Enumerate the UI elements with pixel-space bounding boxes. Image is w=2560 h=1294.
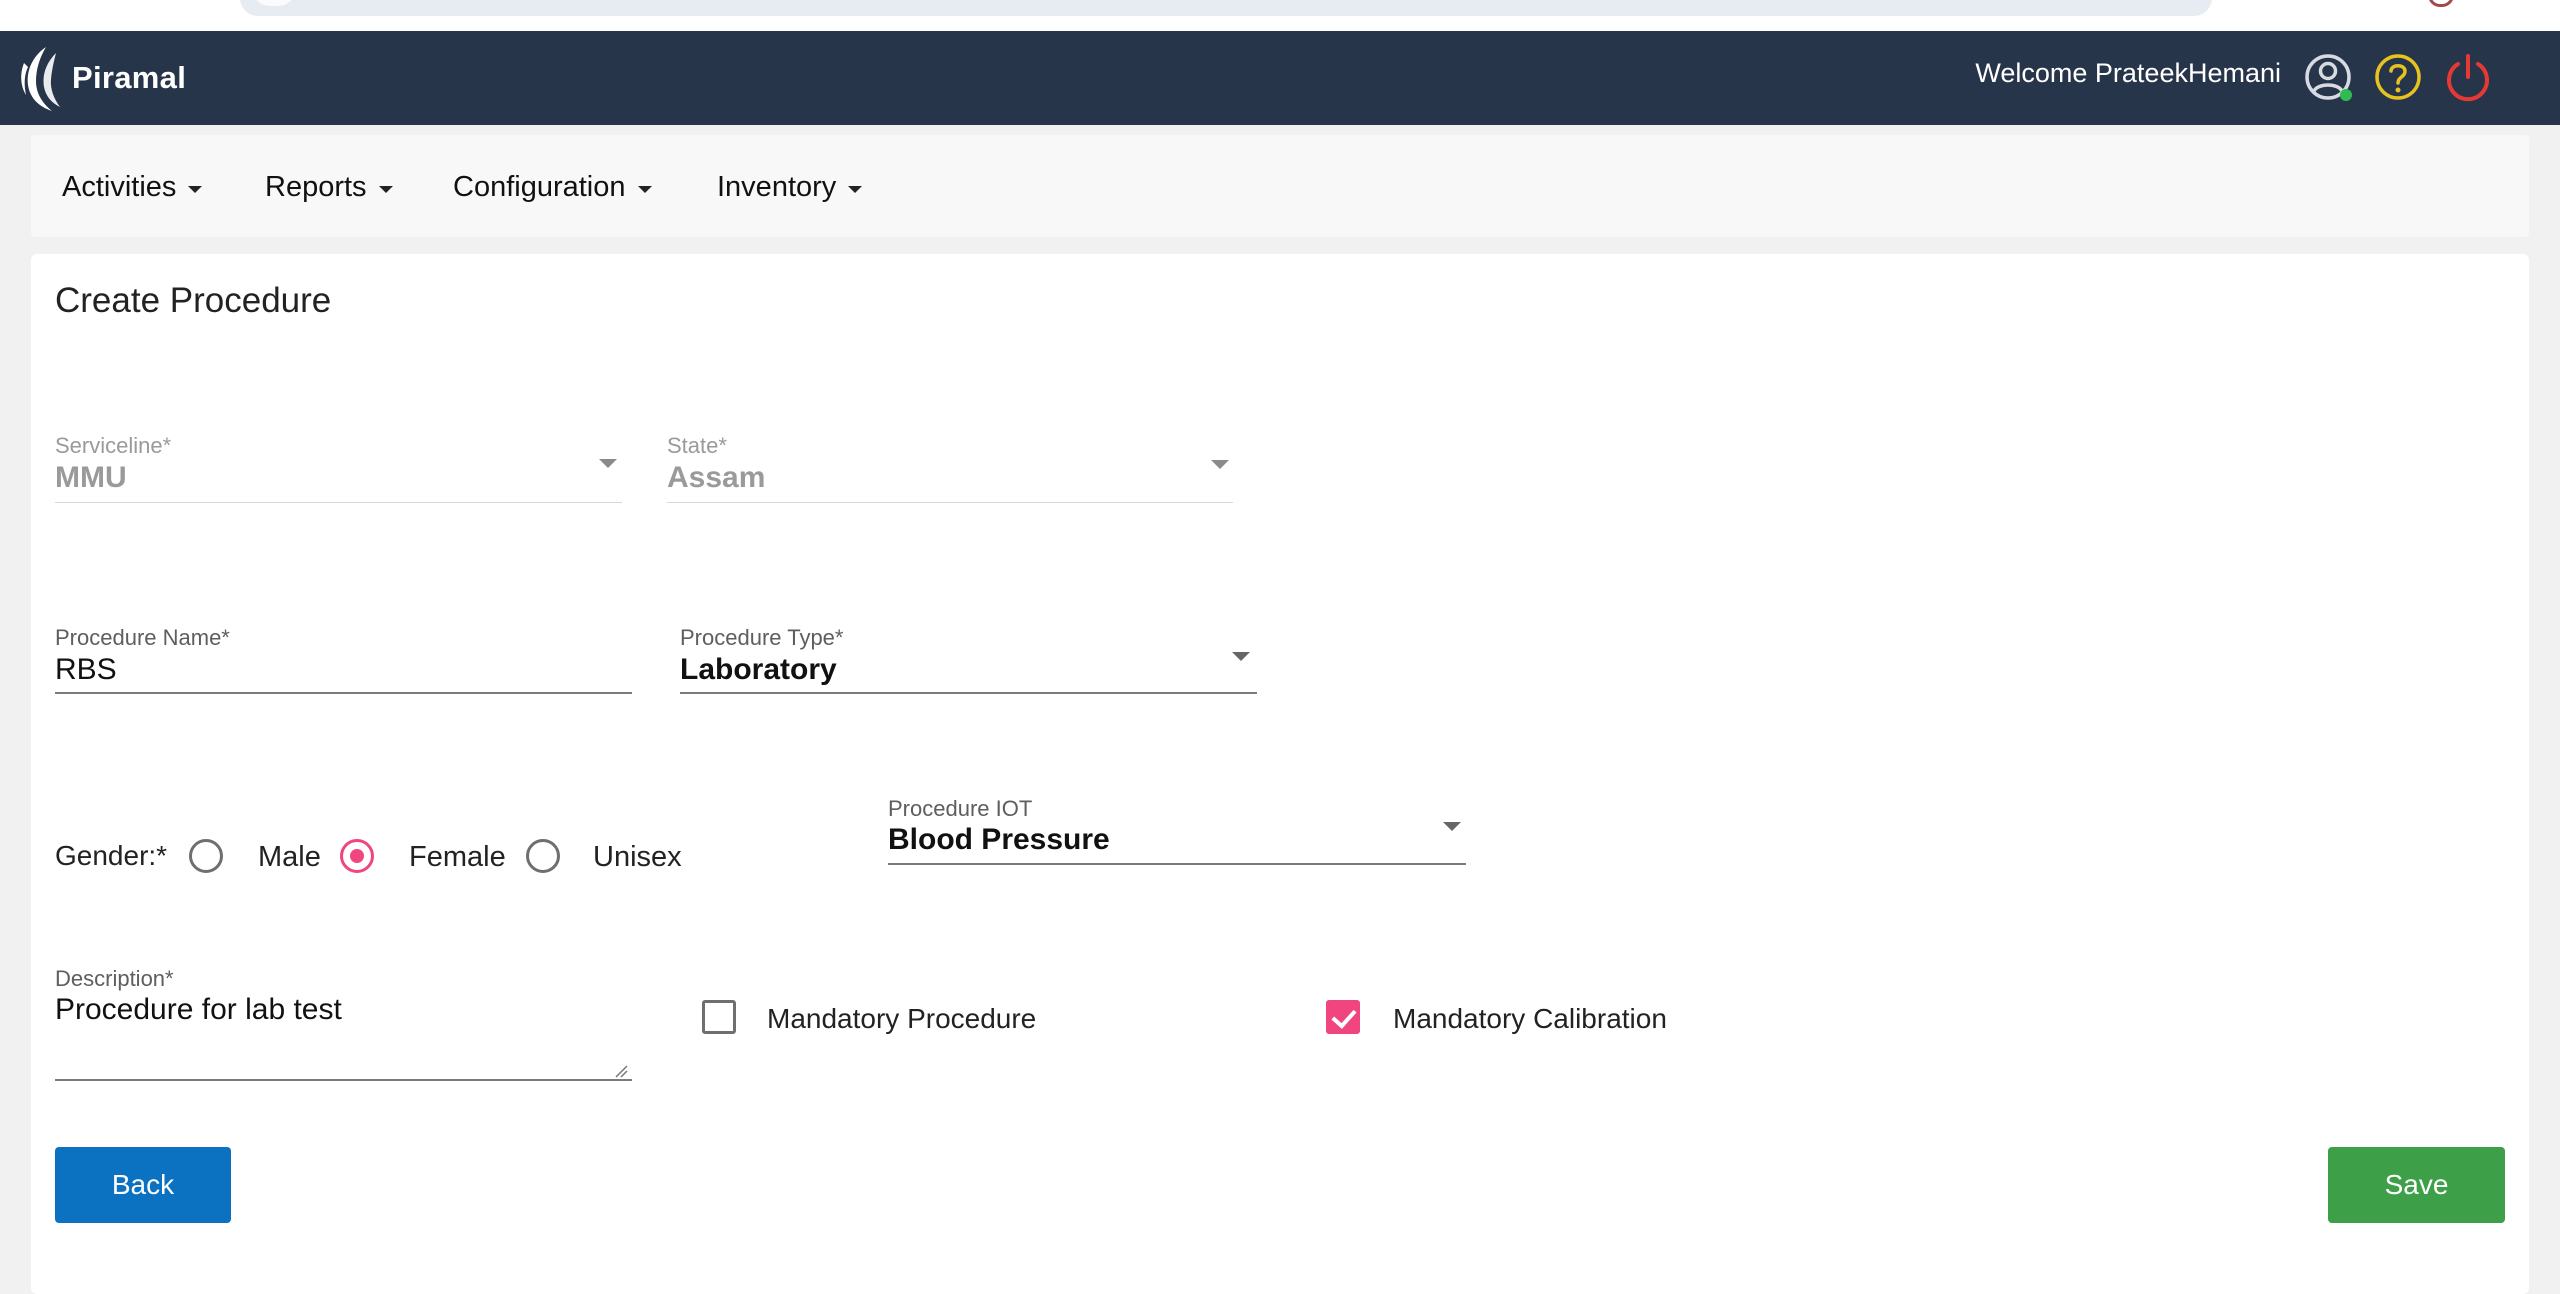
- welcome-text: Welcome PrateekHemani: [1975, 58, 2281, 88]
- caret-down-icon: [188, 185, 203, 193]
- mandatory-calibration-label[interactable]: Mandatory Calibration: [1393, 1003, 1667, 1035]
- user-status-icon[interactable]: [2302, 51, 2354, 103]
- menu-inventory[interactable]: Inventory: [717, 171, 863, 204]
- serviceline-underline: [55, 502, 622, 503]
- gender-option-female[interactable]: Female: [409, 841, 506, 874]
- mandatory-procedure-label[interactable]: Mandatory Procedure: [767, 1003, 1036, 1035]
- state-label: State*: [667, 433, 727, 458]
- menu-label: Inventory: [717, 171, 837, 203]
- resize-handle-icon[interactable]: [614, 1064, 628, 1078]
- help-icon[interactable]: [2372, 51, 2424, 103]
- dropdown-arrow-icon[interactable]: [1232, 652, 1250, 661]
- menu-activities[interactable]: Activities: [62, 171, 203, 204]
- gender-radio-female[interactable]: [340, 839, 374, 873]
- menu-reports[interactable]: Reports: [265, 171, 393, 204]
- create-procedure-card: Create Procedure Serviceline* MMU State*…: [31, 254, 2529, 1294]
- menu-label: Configuration: [453, 171, 626, 203]
- caret-down-icon: [848, 185, 863, 193]
- main-menu-bar: Activities Reports Configuration Invento…: [31, 135, 2529, 237]
- menu-label: Activities: [62, 171, 177, 203]
- description-label: Description*: [55, 966, 174, 991]
- serviceline-label: Serviceline*: [55, 433, 172, 458]
- menu-configuration[interactable]: Configuration: [453, 171, 652, 204]
- page-title: Create Procedure: [55, 281, 332, 320]
- power-icon[interactable]: [2442, 51, 2494, 103]
- procedure-name-underline: [55, 692, 632, 694]
- back-button[interactable]: Back: [55, 1147, 231, 1223]
- save-button[interactable]: Save: [2328, 1147, 2505, 1223]
- procedure-type-underline: [680, 692, 1257, 694]
- gender-label: Gender:*: [55, 840, 168, 871]
- procedure-name-input[interactable]: RBS: [55, 653, 117, 687]
- procedure-type-label: Procedure Type*: [680, 625, 844, 650]
- browser-address-bar[interactable]: [240, 0, 2212, 16]
- dropdown-arrow-icon: [1211, 460, 1229, 469]
- state-underline: [667, 502, 1233, 503]
- brand-name: Piramal: [72, 60, 187, 95]
- browser-top-strip: [0, 0, 2560, 31]
- state-value: Assam: [667, 461, 766, 494]
- procedure-iot-value[interactable]: Blood Pressure: [888, 823, 1110, 857]
- gender-option-unisex[interactable]: Unisex: [593, 841, 682, 874]
- gender-radio-male[interactable]: [189, 839, 223, 873]
- procedure-iot-label: Procedure IOT: [888, 796, 1033, 821]
- caret-down-icon: [637, 185, 652, 193]
- menu-label: Reports: [265, 171, 367, 203]
- mandatory-calibration-checkbox[interactable]: [1326, 1000, 1360, 1034]
- gender-option-male[interactable]: Male: [258, 841, 321, 874]
- procedure-type-value[interactable]: Laboratory: [680, 653, 837, 687]
- dropdown-arrow-icon[interactable]: [1443, 822, 1461, 831]
- dropdown-arrow-icon: [599, 459, 617, 468]
- piramal-logo[interactable]: Piramal: [16, 41, 186, 115]
- app-header: Piramal Welcome PrateekHemani: [0, 31, 2560, 125]
- mandatory-procedure-checkbox[interactable]: [702, 1000, 736, 1034]
- serviceline-value: MMU: [55, 461, 127, 494]
- procedure-iot-underline: [888, 863, 1466, 865]
- caret-down-icon: [378, 185, 393, 193]
- description-underline: [55, 1079, 632, 1081]
- description-textarea[interactable]: Procedure for lab test: [55, 993, 342, 1027]
- procedure-name-label: Procedure Name*: [55, 625, 230, 650]
- gender-radio-unisex[interactable]: [526, 839, 560, 873]
- browser-profile-icon[interactable]: [2428, 0, 2454, 7]
- piramal-leaf-icon: [21, 47, 60, 111]
